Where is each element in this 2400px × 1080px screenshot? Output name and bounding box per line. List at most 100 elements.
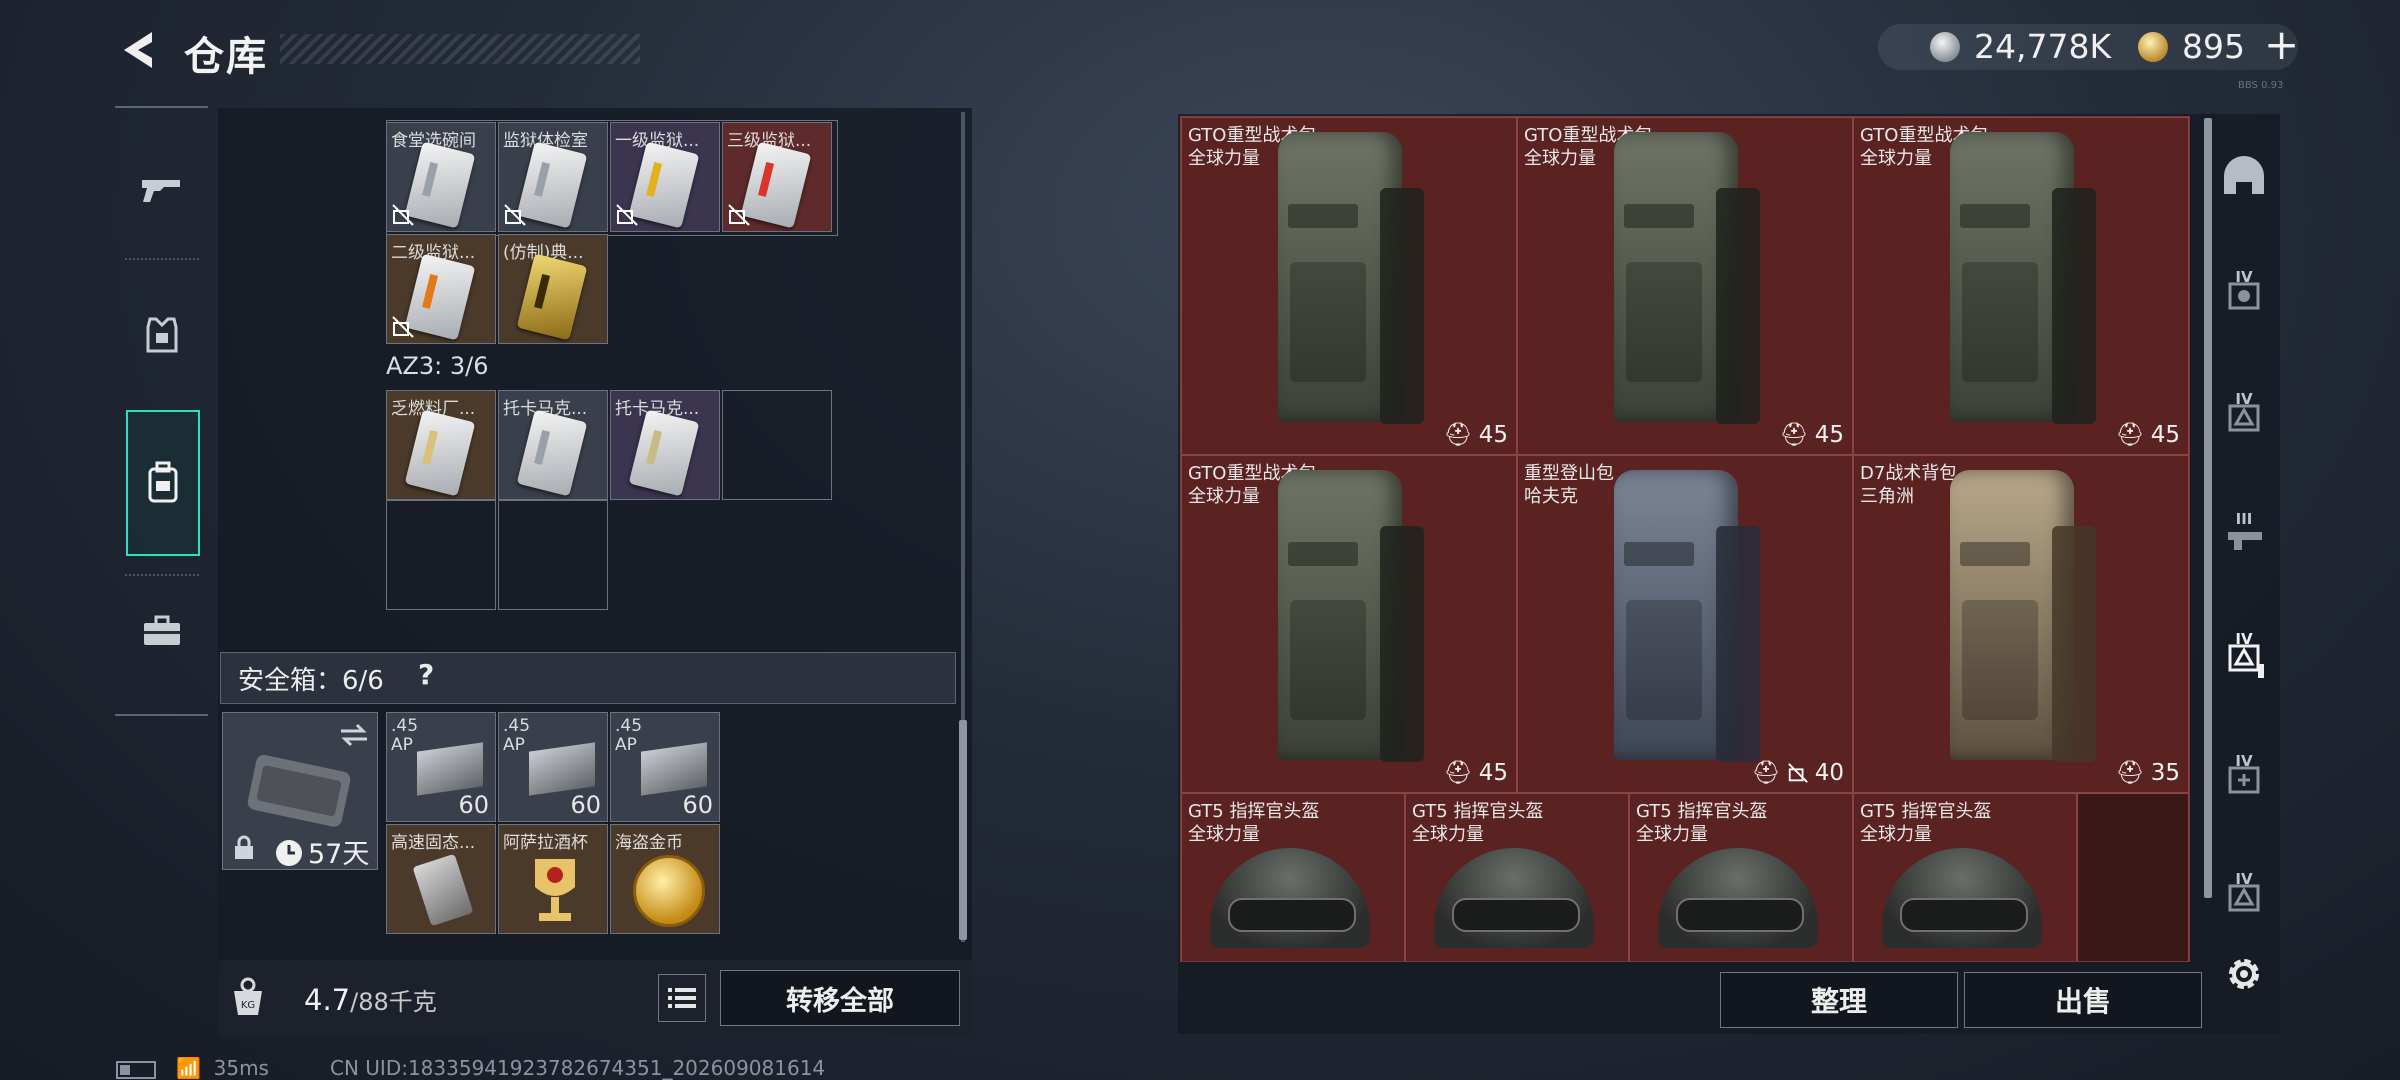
sidebar-divider (125, 258, 199, 261)
helmet-image (1210, 848, 1370, 948)
vest-icon (146, 317, 178, 353)
no-transfer-icon (392, 204, 414, 226)
transfer-all-button[interactable]: 转移全部 (720, 970, 960, 1026)
backpack-image (1278, 132, 1424, 424)
inventory-item-backpack[interactable]: GTO重型战术包 全球力量 ⛑ 45 (1853, 117, 2189, 455)
empty-slot[interactable] (2077, 793, 2189, 961)
backpack-image (1950, 470, 2096, 762)
inventory-item-helmet[interactable]: GT5 指挥官头盔 全球力量 (1181, 793, 1405, 961)
swap-icon[interactable] (339, 723, 369, 747)
safe-box-remaining: 57天 (308, 839, 370, 870)
empty-slot[interactable] (498, 500, 608, 610)
inventory-item-keycard[interactable]: 乏燃料厂... (386, 390, 496, 500)
svg-text:KG: KG (241, 1000, 255, 1011)
capacity-icon: ⛑ (1443, 760, 1473, 786)
helmet-image (1882, 848, 2042, 948)
empty-slot[interactable] (722, 390, 832, 500)
sort-button[interactable]: 整理 (1720, 972, 1958, 1028)
inventory-item-keycard[interactable]: 托卡马克... (498, 390, 608, 500)
uid-label: CN UID:18335941923782674351_202609081614 (330, 1056, 826, 1080)
capacity-icon: ⛑ (2115, 760, 2145, 786)
inventory-item-backpack[interactable]: GTO重型战术包 全球力量 ⛑ 45 (1181, 117, 1517, 455)
keycard-icon (404, 141, 476, 229)
back-button[interactable] (110, 22, 166, 78)
capacity-icon: ⛑ (1751, 760, 1781, 786)
battery-icon (116, 1060, 156, 1079)
no-transfer-icon (392, 316, 414, 338)
inventory-item-keycard[interactable]: 一级监狱... (610, 122, 720, 232)
page-title: 仓库 (184, 34, 268, 80)
sidebar-divider (125, 574, 199, 577)
filter-tier-iv-4[interactable]: IV (2212, 864, 2276, 928)
inventory-item-ammo[interactable]: .45 AP 60 (386, 712, 496, 822)
ssd-icon (412, 853, 474, 927)
weight-max: /88千克 (350, 988, 437, 1016)
inventory-item-backpack[interactable]: GTO重型战术包 全球力量 ⛑ 45 (1181, 455, 1517, 793)
settings-button[interactable] (2216, 946, 2272, 1002)
tab-armor[interactable] (118, 290, 206, 380)
keycard-icon (628, 141, 700, 229)
tab-toolbox[interactable] (118, 586, 206, 676)
filter-tier-iii[interactable]: III (2212, 504, 2276, 568)
inventory-item-helmet[interactable]: GT5 指挥官头盔 全球力量 (1405, 793, 1629, 961)
backpack-image (1950, 132, 2096, 424)
no-transfer-icon (504, 204, 526, 226)
gear-icon (2229, 959, 2259, 989)
capacity-icon: ⛑ (1443, 422, 1473, 448)
goblet-icon (535, 859, 575, 921)
inventory-item-keycard[interactable]: 食堂选碗间 (386, 122, 496, 232)
pistol-icon (142, 180, 180, 202)
secure-case-icon (247, 754, 351, 827)
inventory-item-keycard[interactable]: 监狱体检室 (498, 122, 608, 232)
filter-tier-iv-active[interactable]: IV (2212, 624, 2276, 688)
gold-coin-icon (2138, 32, 2168, 62)
gold-coin-item-icon (633, 855, 705, 927)
active-filter-indicator (2258, 664, 2264, 678)
filter-tier-iv-2[interactable]: IV (2212, 384, 2276, 448)
weight-icon: KG (222, 970, 274, 1024)
inventory-item-backpack[interactable]: GTO重型战术包 全球力量 ⛑ 45 (1517, 117, 1853, 455)
inventory-item-ssd[interactable]: 高速固态... (386, 824, 496, 934)
tab-backpack[interactable] (126, 410, 200, 556)
inventory-item-keycard[interactable]: 三级监狱... (722, 122, 832, 232)
filter-tier-iv-1[interactable]: IV (2212, 262, 2276, 326)
inventory-item-backpack[interactable]: D7战术背包 三角洲 ⛑ 35 (1853, 455, 2189, 793)
inventory-item-coin[interactable]: 海盗金币 (610, 824, 720, 934)
safe-box-label: 安全箱：6/6 (238, 666, 384, 696)
clock-icon (276, 840, 302, 866)
gold-keycard-icon (516, 253, 588, 341)
inventory-item-goblet[interactable]: 阿萨拉酒杯 (498, 824, 608, 934)
inventory-item-keycard[interactable]: 托卡马克... (610, 390, 720, 500)
inventory-item-ammo[interactable]: .45 AP 60 (610, 712, 720, 822)
right-scroll-thumb[interactable] (2204, 118, 2212, 898)
safe-box-help-button[interactable]: ? (418, 658, 434, 691)
silver-amount: 24,778K (1974, 27, 2112, 66)
tab-weapons[interactable] (118, 144, 206, 234)
backpack-image (1614, 470, 1760, 762)
sell-button[interactable]: 出售 (1964, 972, 2202, 1028)
version-label: BBS 0.93 (2238, 80, 2284, 91)
list-icon (668, 988, 696, 1008)
empty-slot[interactable] (386, 500, 496, 610)
list-view-button[interactable] (658, 974, 706, 1022)
keycard-icon (516, 409, 588, 497)
inventory-item-helmet[interactable]: GT5 指挥官头盔 全球力量 (1853, 793, 2077, 961)
left-scroll-thumb[interactable] (959, 720, 967, 940)
inventory-item-keycard[interactable]: 二级监狱... (386, 234, 496, 344)
inventory-item-ammo[interactable]: .45 AP 60 (498, 712, 608, 822)
no-transfer-icon (616, 204, 638, 226)
inventory-item-helmet[interactable]: GT5 指挥官头盔 全球力量 (1629, 793, 1853, 961)
no-transfer-icon (728, 204, 750, 226)
silver-coin-icon (1930, 32, 1960, 62)
inventory-item-keycard[interactable]: (仿制)典... (498, 234, 608, 344)
backpack-image (1278, 470, 1424, 762)
weight-value: 4.7 (304, 983, 351, 1017)
carry-weight: 4.7/88千克 (304, 982, 437, 1017)
no-transfer-icon (1787, 762, 1808, 783)
add-currency-button[interactable]: + (2264, 20, 2299, 69)
filter-helmet-button[interactable] (2212, 146, 2276, 210)
lock-icon (235, 835, 253, 859)
filter-tier-iv-3[interactable]: IV (2212, 746, 2276, 810)
inventory-item-backpack[interactable]: 重型登山包 哈夫克 ⛑ 40 (1517, 455, 1853, 793)
ammo-box-icon (417, 742, 483, 796)
